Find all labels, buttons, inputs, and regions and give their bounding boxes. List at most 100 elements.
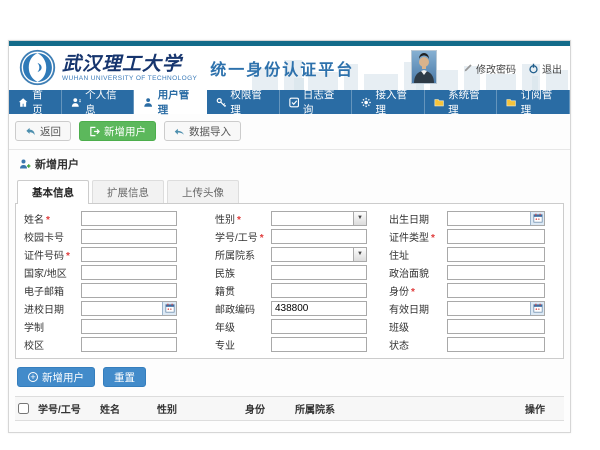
col-gender: 性别 bbox=[154, 397, 242, 421]
university-logo-icon bbox=[19, 49, 56, 86]
field-label: 出生日期 bbox=[367, 211, 447, 226]
tab-upload-avatar[interactable]: 上传头像 bbox=[167, 180, 239, 203]
status-input[interactable] bbox=[447, 337, 545, 352]
platform-title: 统一身份认证平台 bbox=[210, 56, 354, 80]
calendar-icon[interactable] bbox=[530, 212, 544, 225]
identity-input[interactable] bbox=[447, 283, 545, 298]
address-input[interactable] bbox=[447, 247, 545, 262]
university-name-en: WUHAN UNIVERSITY OF TECHNOLOGY bbox=[62, 75, 197, 82]
col-identity: 身份 bbox=[242, 397, 292, 421]
postal-code-field bbox=[271, 301, 367, 316]
schooling-length-input[interactable] bbox=[81, 319, 177, 334]
back-button[interactable]: 返回 bbox=[15, 121, 71, 141]
ethnicity-field bbox=[271, 265, 367, 280]
user-avatar[interactable] bbox=[411, 50, 437, 84]
folder-icon bbox=[434, 97, 444, 108]
nav-item-user-management[interactable]: 用户管理 bbox=[134, 90, 207, 114]
campus-field bbox=[81, 337, 177, 352]
field-label-text: 年级 bbox=[215, 323, 235, 334]
schooling-length-field bbox=[81, 319, 177, 334]
nav-item-profile[interactable]: 个人信息 bbox=[62, 90, 135, 114]
nav-item-home[interactable]: 首页 bbox=[9, 90, 62, 114]
political-status-input[interactable] bbox=[447, 265, 545, 280]
field-label-text: 证件号码 bbox=[24, 251, 64, 262]
native-place-field bbox=[271, 283, 367, 298]
nav-label: 首页 bbox=[32, 87, 52, 117]
plus-circle-icon: + bbox=[28, 372, 38, 382]
col-student-id: 学号/工号 bbox=[35, 397, 97, 421]
tab-basic-info[interactable]: 基本信息 bbox=[17, 180, 89, 204]
department-field: ▼ bbox=[271, 247, 367, 262]
student-id-input[interactable] bbox=[271, 229, 367, 244]
class-input[interactable] bbox=[447, 319, 545, 334]
data-import-button[interactable]: 数据导入 bbox=[164, 121, 241, 141]
tab-bar: 基本信息 扩展信息 上传头像 bbox=[17, 180, 564, 203]
tab-extended-info[interactable]: 扩展信息 bbox=[92, 180, 164, 203]
add-user-toolbar-button[interactable]: 新增用户 bbox=[79, 121, 156, 141]
users-icon bbox=[143, 97, 153, 108]
nav-item-subscriptions[interactable]: 订阅管理 bbox=[497, 90, 570, 114]
reset-button[interactable]: 重置 bbox=[103, 367, 146, 387]
power-icon bbox=[528, 63, 539, 74]
col-operation: 操作 bbox=[522, 397, 564, 421]
calendar-icon[interactable] bbox=[162, 302, 176, 315]
email-input[interactable] bbox=[81, 283, 177, 298]
grade-input[interactable] bbox=[271, 319, 367, 334]
field-label: 状态 bbox=[367, 337, 447, 352]
field-label-text: 国家/地区 bbox=[24, 269, 67, 280]
main-nav: 首页 个人信息 用户管理 权限管理 日志查询 接入管理 系统管理 订阅管理 bbox=[9, 90, 570, 114]
postal-code-input[interactable] bbox=[271, 301, 367, 316]
country-input[interactable] bbox=[81, 265, 177, 280]
student-id-field bbox=[271, 229, 367, 244]
campus-card-field bbox=[81, 229, 177, 244]
dropdown-arrow-icon[interactable]: ▼ bbox=[353, 248, 366, 261]
identity-field bbox=[447, 283, 545, 298]
import-arrow-icon bbox=[174, 126, 185, 137]
user-form: 姓名* 性别* ▼ 出生日期 校园卡号 学号/工号* 证件类型* 证件号码* 所… bbox=[24, 210, 555, 352]
dropdown-arrow-icon[interactable]: ▼ bbox=[353, 212, 366, 225]
submit-add-user-button[interactable]: + 新增用户 bbox=[17, 367, 95, 387]
field-label: 邮政编码 bbox=[177, 301, 271, 316]
back-label: 返回 bbox=[40, 124, 61, 139]
nav-item-logs[interactable]: 日志查询 bbox=[280, 90, 353, 114]
required-asterisk: * bbox=[431, 233, 435, 244]
field-label: 性别* bbox=[177, 211, 271, 226]
add-user-icon bbox=[89, 126, 100, 137]
select-all-checkbox[interactable] bbox=[18, 403, 29, 414]
logout-button[interactable]: 退出 bbox=[528, 61, 562, 76]
field-label: 年级 bbox=[177, 319, 271, 334]
field-label: 校园卡号 bbox=[24, 229, 81, 244]
field-label: 专业 bbox=[177, 337, 271, 352]
header-user-area: 修改密码 退出 bbox=[411, 46, 562, 90]
id-type-field bbox=[447, 229, 545, 244]
campus-card-input[interactable] bbox=[81, 229, 177, 244]
nav-item-access[interactable]: 接入管理 bbox=[352, 90, 425, 114]
log-check-icon bbox=[289, 97, 299, 108]
table-header-row: 学号/工号 姓名 性别 身份 所属院系 操作 bbox=[15, 397, 564, 421]
id-type-input[interactable] bbox=[447, 229, 545, 244]
nav-item-permissions[interactable]: 权限管理 bbox=[207, 90, 280, 114]
calendar-icon[interactable] bbox=[530, 302, 544, 315]
id-number-input[interactable] bbox=[81, 247, 177, 262]
field-label: 身份* bbox=[367, 283, 447, 298]
status-field bbox=[447, 337, 545, 352]
field-label-text: 姓名 bbox=[24, 215, 44, 226]
field-label: 民族 bbox=[177, 265, 271, 280]
user-plus-icon bbox=[19, 158, 31, 170]
nav-label: 系统管理 bbox=[448, 87, 487, 117]
major-input[interactable] bbox=[271, 337, 367, 352]
field-label-text: 邮政编码 bbox=[215, 305, 255, 316]
nav-item-system[interactable]: 系统管理 bbox=[425, 90, 498, 114]
native-place-input[interactable] bbox=[271, 283, 367, 298]
university-name: 武汉理工大学 WUHAN UNIVERSITY OF TECHNOLOGY bbox=[62, 54, 197, 82]
add-user-label: 新增用户 bbox=[104, 124, 146, 139]
field-label-text: 住址 bbox=[389, 251, 409, 262]
name-input[interactable] bbox=[81, 211, 177, 226]
ethnicity-input[interactable] bbox=[271, 265, 367, 280]
back-arrow-icon bbox=[25, 126, 36, 137]
valid-date-field bbox=[447, 301, 545, 316]
field-label: 有效日期 bbox=[367, 301, 447, 316]
campus-input[interactable] bbox=[81, 337, 177, 352]
change-password-button[interactable]: 修改密码 bbox=[463, 61, 516, 76]
nav-label: 用户管理 bbox=[158, 87, 197, 117]
